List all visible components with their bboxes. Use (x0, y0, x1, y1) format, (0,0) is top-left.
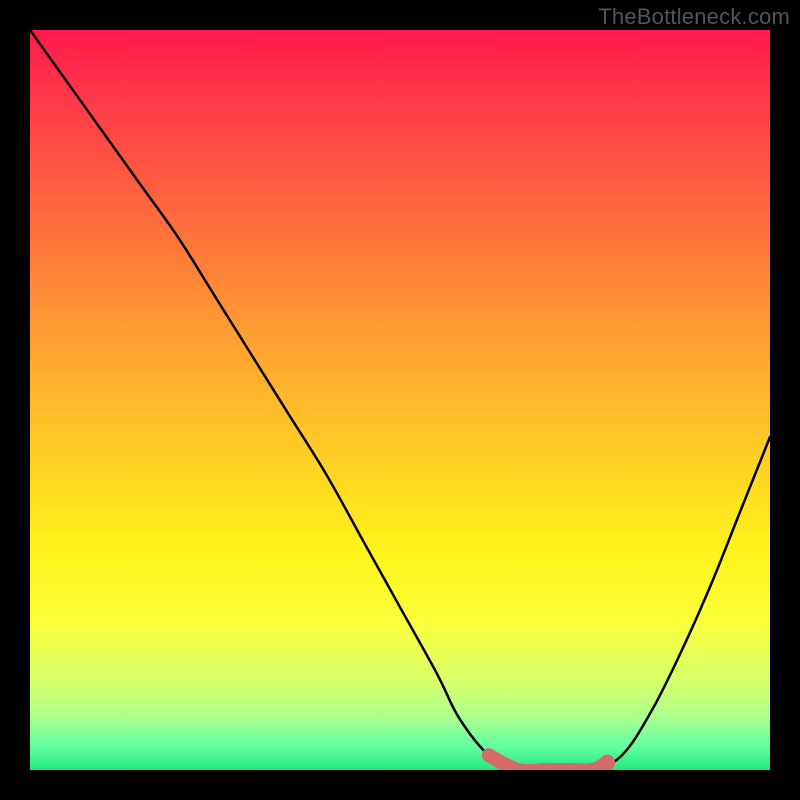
chart-frame: TheBottleneck.com (0, 0, 800, 800)
bottleneck-curve (30, 30, 770, 770)
optimal-range-end-dot (599, 755, 615, 770)
curve-layer (30, 30, 770, 770)
plot-area (30, 30, 770, 770)
chart-svg (30, 30, 770, 770)
optimal-range-marker (489, 755, 607, 770)
watermark-text: TheBottleneck.com (598, 4, 790, 30)
